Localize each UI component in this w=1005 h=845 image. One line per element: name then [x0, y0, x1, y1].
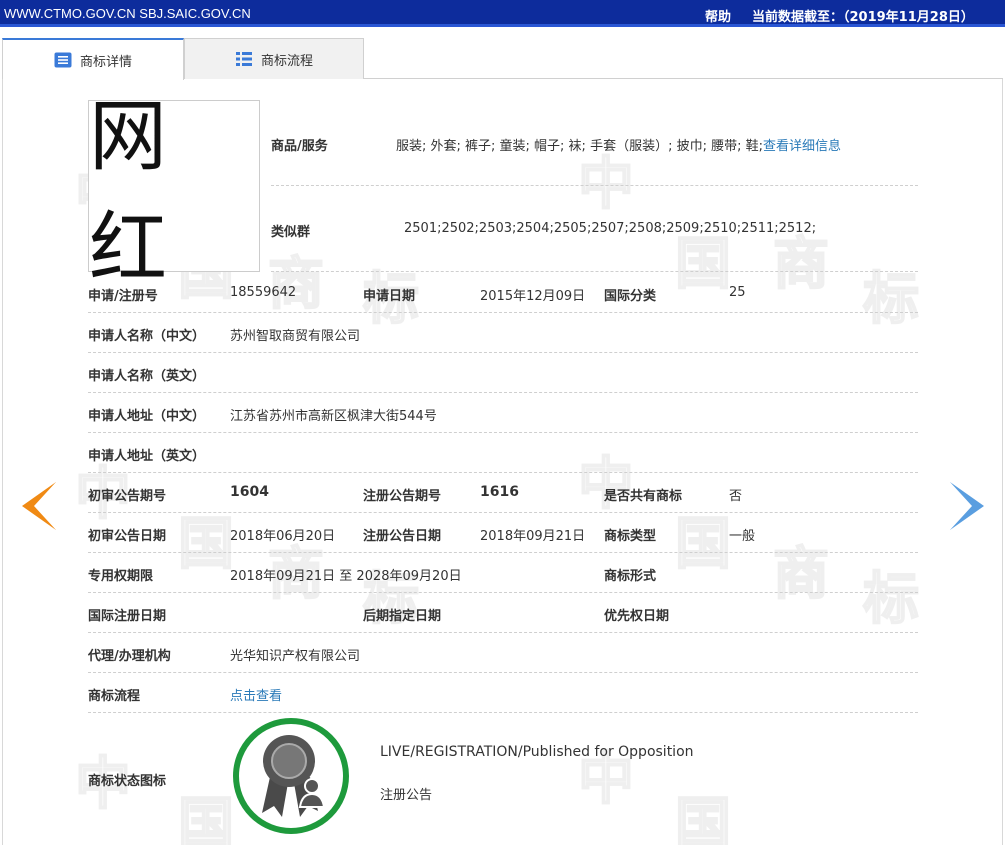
- divider: [88, 432, 918, 433]
- priority-date-label: 优先权日期: [604, 609, 670, 624]
- divider: [88, 632, 918, 633]
- apply-date-label: 申请日期: [363, 289, 416, 304]
- prelim-pub-no-value: 1604: [230, 484, 269, 500]
- tm-type-value: 一般: [729, 529, 756, 544]
- divider: [271, 271, 918, 272]
- prelim-pub-date-label: 初审公告日期: [88, 529, 167, 544]
- reg-pub-date-value: 2018年09月21日: [480, 529, 586, 544]
- trademark-image-text: 网 红: [89, 92, 176, 294]
- divider: [88, 672, 918, 673]
- shared-label: 是否共有商标: [604, 489, 683, 504]
- status-en: LIVE/REGISTRATION/Published for Oppositi…: [380, 744, 694, 760]
- help-link[interactable]: 帮助: [705, 6, 731, 25]
- divider: [88, 552, 918, 553]
- watermark: 标: [862, 266, 920, 333]
- agent-label: 代理/办理机构: [88, 649, 171, 664]
- divider: [88, 352, 918, 353]
- flow-link[interactable]: 点击查看: [230, 685, 282, 704]
- reg-pub-date-label: 注册公告日期: [363, 529, 442, 544]
- intl-reg-date-label: 国际注册日期: [88, 609, 167, 624]
- apply-date-value: 2015年12月09日: [480, 289, 586, 304]
- shared-value: 否: [729, 489, 743, 504]
- tm-form-label: 商标形式: [604, 569, 657, 584]
- reg-pub-no-label: 注册公告期号: [363, 489, 442, 504]
- tab-label: 商标流程: [260, 53, 313, 69]
- watermark: 国: [674, 791, 732, 845]
- site-url: WWW.CTMO.GOV.CN SBJ.SAIC.GOV.CN: [4, 6, 251, 21]
- reg-pub-no-value: 1616: [480, 484, 519, 500]
- watermark: 中: [577, 451, 635, 518]
- tm-type-label: 商标类型: [604, 529, 657, 544]
- address-en-label: 申请人地址（英文）: [88, 449, 206, 464]
- flow-label: 商标流程: [88, 689, 141, 704]
- status-cn: 注册公告: [380, 788, 433, 803]
- exclusive-period-label: 专用权期限: [88, 569, 154, 584]
- divider: [88, 592, 918, 593]
- watermark: 标: [862, 566, 920, 633]
- tab-bar: 商标详情 商标流程: [2, 38, 1003, 80]
- divider: [88, 472, 918, 473]
- prelim-pub-no-label: 初审公告期号: [88, 489, 167, 504]
- arrow-left-icon[interactable]: [22, 482, 56, 530]
- exclusive-period-value: 2018年09月21日 至 2028年09月20日: [230, 569, 462, 584]
- reg-no-label: 申请/注册号: [88, 289, 158, 304]
- intl-class-value: 25: [729, 285, 746, 300]
- tab-label: 商标详情: [79, 54, 132, 70]
- data-date: 当前数据截至：（2019年11月28日）: [752, 10, 974, 25]
- watermark: 国: [177, 791, 235, 845]
- goods-label: 商品/服务: [271, 139, 328, 154]
- tab-trademark-flow[interactable]: 商标流程: [184, 38, 364, 79]
- trademark-image[interactable]: 网 红: [88, 92, 260, 294]
- status-icon-label: 商标状态图标: [88, 774, 167, 789]
- divider: [88, 312, 918, 313]
- applicant-cn-value: 苏州智取商贸有限公司: [230, 329, 361, 344]
- divider: [88, 512, 918, 513]
- applicant-cn-label: 申请人名称（中文）: [88, 329, 206, 344]
- applicant-en-label: 申请人名称（英文）: [88, 369, 206, 384]
- top-bar: WWW.CTMO.GOV.CN SBJ.SAIC.GOV.CN 帮助 当前数据截…: [0, 0, 1005, 27]
- watermark: 商: [267, 251, 325, 318]
- address-cn-value: 江苏省苏州市高新区枫津大街544号: [230, 409, 437, 424]
- similar-group-value: 2501;2502;2503;2504;2505;2507;2508;2509;…: [404, 221, 817, 236]
- later-designation-label: 后期指定日期: [363, 609, 442, 624]
- similar-group-label: 类似群: [271, 225, 311, 240]
- intl-class-label: 国际分类: [604, 289, 657, 304]
- goods-detail-link[interactable]: 查看详细信息: [763, 139, 841, 154]
- registration-medal-icon: [232, 717, 350, 835]
- list-flow-icon: [235, 51, 253, 67]
- list-detail-icon: [54, 52, 72, 68]
- divider: [88, 392, 918, 393]
- prelim-pub-date-value: 2018年06月20日: [230, 529, 336, 544]
- divider: [271, 185, 918, 186]
- divider: [88, 712, 918, 713]
- reg-no-value: 18559642: [230, 285, 297, 300]
- agent-value: 光华知识产权有限公司: [230, 649, 361, 664]
- arrow-right-icon[interactable]: [950, 482, 984, 530]
- watermark: 商: [772, 541, 830, 608]
- address-cn-label: 申请人地址（中文）: [88, 409, 206, 424]
- goods-value: 服装; 外套; 裤子; 童装; 帽子; 袜; 手套（服装）; 披巾; 腰带; 鞋…: [396, 139, 842, 154]
